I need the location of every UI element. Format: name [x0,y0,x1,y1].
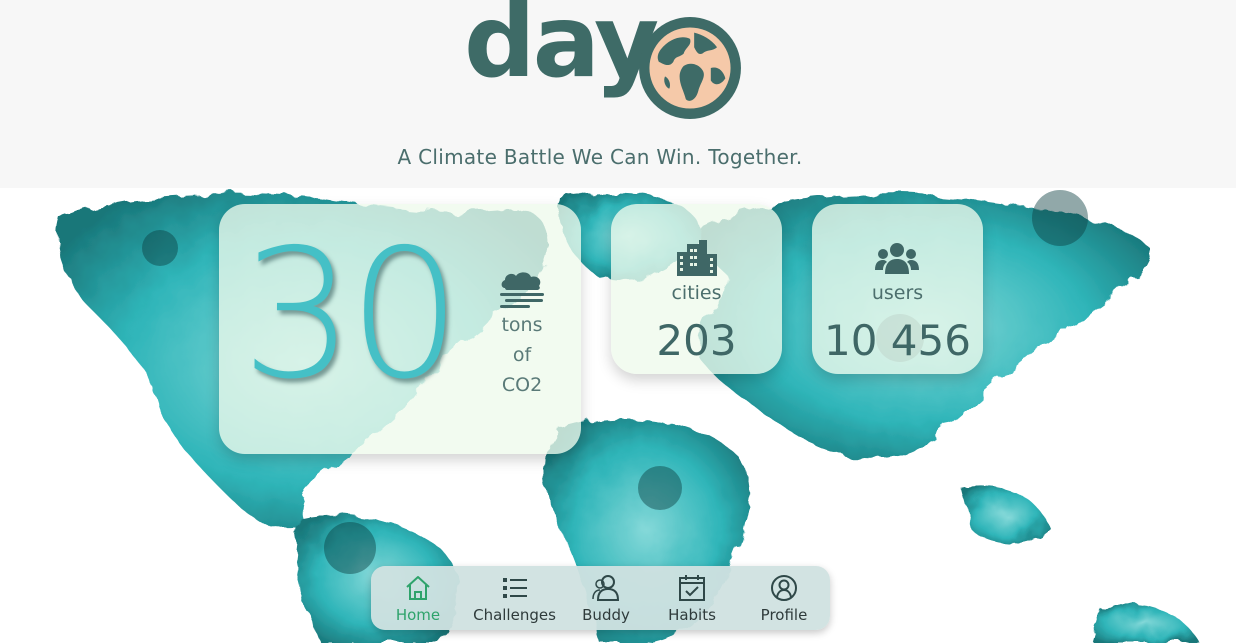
nav-item-profile[interactable]: Profile [745,566,823,630]
cities-value: 203 [656,316,737,365]
nav-item-challenges[interactable]: Challenges [467,566,562,630]
cities-label: cities [671,282,722,304]
users-stat-card: users 10 456 [812,204,983,374]
nav-item-home[interactable]: Home [379,566,457,630]
nav-label: Profile [760,606,808,624]
app-logo[interactable]: day [464,0,754,124]
co2-label-line: tons [501,314,543,336]
list-icon [502,578,527,598]
buddy-icon [592,575,620,601]
users-icon [875,243,919,274]
nav-label: Challenges [473,606,556,624]
cities-stat-card: cities 203 [611,204,782,374]
users-label: users [871,282,924,304]
users-value: 10 456 [824,316,971,365]
co2-stat-card: 30 tons of CO2 [219,204,581,454]
nav-label: Habits [668,606,716,624]
co2-unit-label: tons of CO2 [481,310,563,400]
globe-icon [639,17,741,119]
nav-label: Home [395,606,441,624]
logo-text: day [464,0,659,100]
co2-label-line: of [512,344,532,366]
nav-item-habits[interactable]: Habits [653,566,731,630]
profile-icon [771,575,797,601]
bottom-navigation: Home Challenges Buddy Habits Profile [371,566,830,630]
nav-label: Buddy [582,606,630,624]
home-icon [406,576,430,600]
header: day A Climate Battle We Can Win. Togethe… [0,0,1236,188]
tagline: A Climate Battle We Can Win. Together. [397,145,803,169]
calendar-check-icon [679,575,705,601]
cloud-smog-icon [500,272,544,308]
nav-item-buddy[interactable]: Buddy [567,566,645,630]
city-icon [677,240,717,276]
co2-value: 30 [241,211,461,418]
co2-label-line: CO2 [501,374,543,396]
